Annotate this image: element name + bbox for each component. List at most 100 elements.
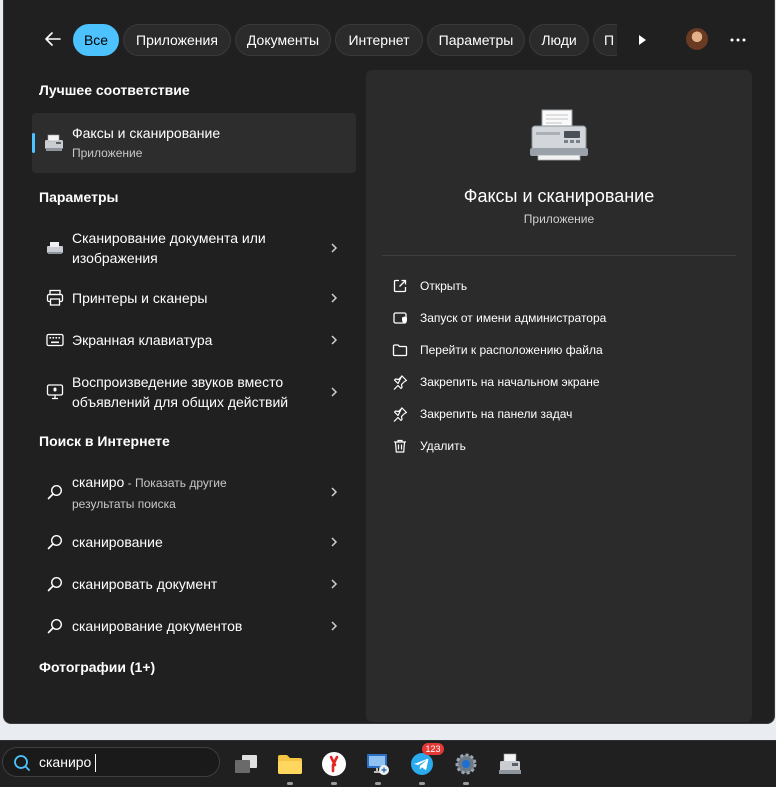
yandex-browser-button[interactable]: [319, 749, 349, 785]
web-search-heading: Поиск в Интернете: [39, 433, 170, 449]
chevron-right-icon: [331, 621, 338, 631]
more-options-button[interactable]: [724, 26, 752, 54]
settings-heading: Параметры: [39, 189, 119, 205]
search-icon: [44, 481, 66, 503]
web-query: сканирование документов: [72, 618, 243, 634]
more-icon: [730, 38, 746, 42]
search-query[interactable]: сканиро: [39, 754, 91, 770]
web-result-item[interactable]: сканирование документов: [32, 614, 356, 638]
settings-item-label: Воспроизведение звуков вместо: [72, 374, 284, 390]
web-hint-2: результаты поиска: [72, 497, 176, 511]
best-match-subtitle: Приложение: [72, 146, 143, 160]
chevron-right-icon: [331, 243, 338, 253]
action-label: Открыть: [420, 279, 468, 293]
details-title: Факсы и сканирование: [463, 186, 655, 206]
keyboard-icon: [44, 329, 66, 351]
details-subtitle: Приложение: [523, 212, 595, 226]
action-open-file-location[interactable]: Перейти к расположению файла: [390, 338, 603, 362]
web-hint: - Показать другие: [124, 476, 227, 490]
running-indicator: [375, 782, 381, 785]
task-view-icon: [235, 755, 257, 773]
remote-desktop-button[interactable]: [363, 749, 393, 785]
folder-icon: [390, 340, 410, 360]
action-run-as-admin[interactable]: Запуск от имени администратора: [390, 306, 606, 330]
chevron-right-icon: [331, 335, 338, 345]
action-uninstall[interactable]: Удалить: [390, 434, 466, 458]
notification-badge: 123: [422, 743, 444, 755]
tab-internet[interactable]: Интернет: [335, 24, 423, 56]
filter-bar: Все Приложения Документы Интернет Параме…: [4, 0, 774, 68]
action-pin-start[interactable]: Закрепить на начальном экране: [390, 370, 600, 394]
tab-all[interactable]: Все: [73, 24, 119, 56]
monitor-sound-icon: [44, 381, 66, 403]
fax-scanner-icon: [42, 131, 66, 155]
tab-settings[interactable]: Параметры: [427, 24, 525, 56]
avatar[interactable]: [686, 28, 708, 50]
chevron-right-icon: [331, 537, 338, 547]
play-icon: [639, 35, 646, 45]
printer-icon: [44, 287, 66, 309]
text-cursor: [95, 754, 96, 772]
action-label: Закрепить на панели задач: [420, 407, 573, 421]
settings-item-keyboard[interactable]: Экранная клавиатура: [32, 328, 356, 352]
settings-item-label-2: объявлений для общих действий: [72, 394, 289, 410]
fax-scan-taskbar-button[interactable]: [495, 749, 525, 779]
search-icon: [14, 755, 30, 771]
action-label: Удалить: [420, 439, 466, 453]
open-external-icon: [390, 276, 410, 296]
file-explorer-button[interactable]: [275, 749, 305, 785]
tab-people[interactable]: Люди: [529, 24, 589, 56]
best-match-item[interactable]: Факсы и сканирование Приложение: [32, 113, 356, 173]
settings-item-label: Сканирование документа или: [72, 230, 266, 246]
action-open[interactable]: Открыть: [390, 274, 467, 298]
web-query: сканировать документ: [72, 576, 218, 592]
taskbar: сканиро 123: [0, 740, 776, 787]
divider: [382, 255, 736, 256]
web-query: сканиро: [72, 474, 125, 490]
photos-heading[interactable]: Фотографии (1+): [39, 659, 155, 675]
chevron-right-icon: [331, 579, 338, 589]
chevron-right-icon: [331, 387, 338, 397]
settings-item-label: Принтеры и сканеры: [72, 290, 208, 306]
action-pin-taskbar[interactable]: Закрепить на панели задач: [390, 402, 572, 426]
gear-icon: [455, 753, 477, 775]
action-label: Закрепить на начальном экране: [420, 375, 600, 389]
folder-icon: [278, 755, 302, 774]
settings-item-printers[interactable]: Принтеры и сканеры: [32, 286, 356, 310]
shield-icon: [390, 308, 410, 328]
running-indicator: [419, 782, 425, 785]
telegram-button[interactable]: 123: [407, 743, 444, 785]
chevron-right-icon: [331, 487, 338, 497]
running-indicator: [463, 782, 469, 785]
more-tabs-button[interactable]: [628, 26, 656, 54]
running-indicator: [331, 782, 337, 785]
settings-app-button[interactable]: [451, 749, 481, 785]
back-button[interactable]: [38, 24, 68, 54]
fax-scanner-icon: [526, 106, 592, 164]
remote-desktop-icon: [367, 754, 389, 775]
action-label: Перейти к расположению файла: [420, 343, 603, 357]
settings-item-scan[interactable]: Сканирование документа или изображения: [32, 226, 356, 270]
tab-documents[interactable]: Документы: [235, 24, 331, 56]
web-result-item[interactable]: сканировать документ: [32, 572, 356, 596]
tab-partial[interactable]: П: [593, 24, 617, 56]
chevron-right-icon: [331, 293, 338, 303]
settings-item-sound-notifications[interactable]: Воспроизведение звуков вместо объявлений …: [32, 370, 356, 414]
running-indicator: [287, 782, 293, 785]
web-result-item[interactable]: сканиро - Показать другие результаты поис…: [32, 470, 356, 514]
taskbar-search-box[interactable]: сканиро: [2, 747, 220, 777]
search-icon: [44, 615, 66, 637]
tab-apps[interactable]: Приложения: [123, 24, 231, 56]
trash-icon: [390, 436, 410, 456]
settings-item-label-2: изображения: [72, 250, 158, 266]
yandex-browser-icon: [322, 752, 346, 776]
search-panel: Все Приложения Документы Интернет Параме…: [3, 0, 775, 724]
search-icon: [44, 573, 66, 595]
web-query: сканирование: [72, 534, 163, 550]
action-label: Запуск от имени администратора: [420, 311, 607, 325]
web-result-item[interactable]: сканирование: [32, 530, 356, 554]
best-match-title: Факсы и сканирование: [72, 125, 221, 141]
pin-icon: [390, 372, 410, 392]
task-view-button[interactable]: [231, 749, 261, 779]
search-icon: [44, 531, 66, 553]
